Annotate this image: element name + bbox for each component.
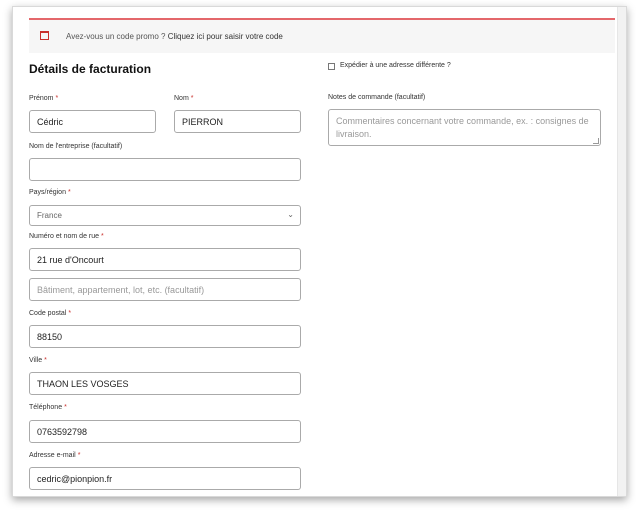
email-field[interactable]: cedric@pionpion.fr [29, 467, 301, 490]
billing-title: Détails de facturation [29, 62, 152, 76]
email-label: Adresse e-mail * [29, 452, 81, 459]
country-value: France [37, 211, 62, 220]
city-label: Ville * [29, 357, 47, 364]
order-notes-placeholder: Commentaires concernant votre commande, … [336, 116, 589, 139]
coupon-notice: Avez-vous un code promo ? Cliquez ici po… [29, 18, 615, 53]
postcode-field[interactable]: 88150 [29, 325, 301, 348]
order-notes-label: Notes de commande (facultatif) [328, 94, 426, 101]
address2-field[interactable]: Bâtiment, appartement, lot, etc. (facult… [29, 278, 301, 301]
phone-label: Téléphone * [29, 404, 67, 411]
phone-field[interactable]: 0763592798 [29, 420, 301, 443]
ship-different-checkbox[interactable] [328, 63, 335, 70]
company-label: Nom de l'entreprise (facultatif) [29, 143, 123, 150]
company-field[interactable] [29, 158, 301, 181]
last-name-field[interactable]: PIERRON [174, 110, 301, 133]
resize-grip-icon[interactable] [593, 138, 599, 144]
calendar-icon [40, 31, 49, 40]
street-field[interactable]: 21 rue d'Oncourt [29, 248, 301, 271]
city-field[interactable]: THAON LES VOSGES [29, 372, 301, 395]
coupon-notice-text: Avez-vous un code promo ? [66, 32, 166, 41]
country-select[interactable]: France ⌄ [29, 205, 301, 226]
street-label: Numéro et nom de rue * [29, 233, 104, 240]
coupon-link[interactable]: Cliquez ici pour saisir votre code [168, 32, 283, 41]
first-name-field[interactable]: Cédric [29, 110, 156, 133]
postcode-label: Code postal * [29, 310, 72, 317]
last-name-label: Nom * [174, 95, 194, 102]
checkout-page: Avez-vous un code promo ? Cliquez ici po… [12, 6, 627, 497]
ship-different-label: Expédier à une adresse différente ? [340, 62, 451, 69]
first-name-label: Prénom * [29, 95, 59, 102]
chevron-down-icon: ⌄ [287, 210, 294, 219]
scrollbar[interactable] [617, 7, 626, 496]
country-label: Pays/région * [29, 189, 71, 196]
order-notes-textarea[interactable]: Commentaires concernant votre commande, … [328, 109, 601, 146]
